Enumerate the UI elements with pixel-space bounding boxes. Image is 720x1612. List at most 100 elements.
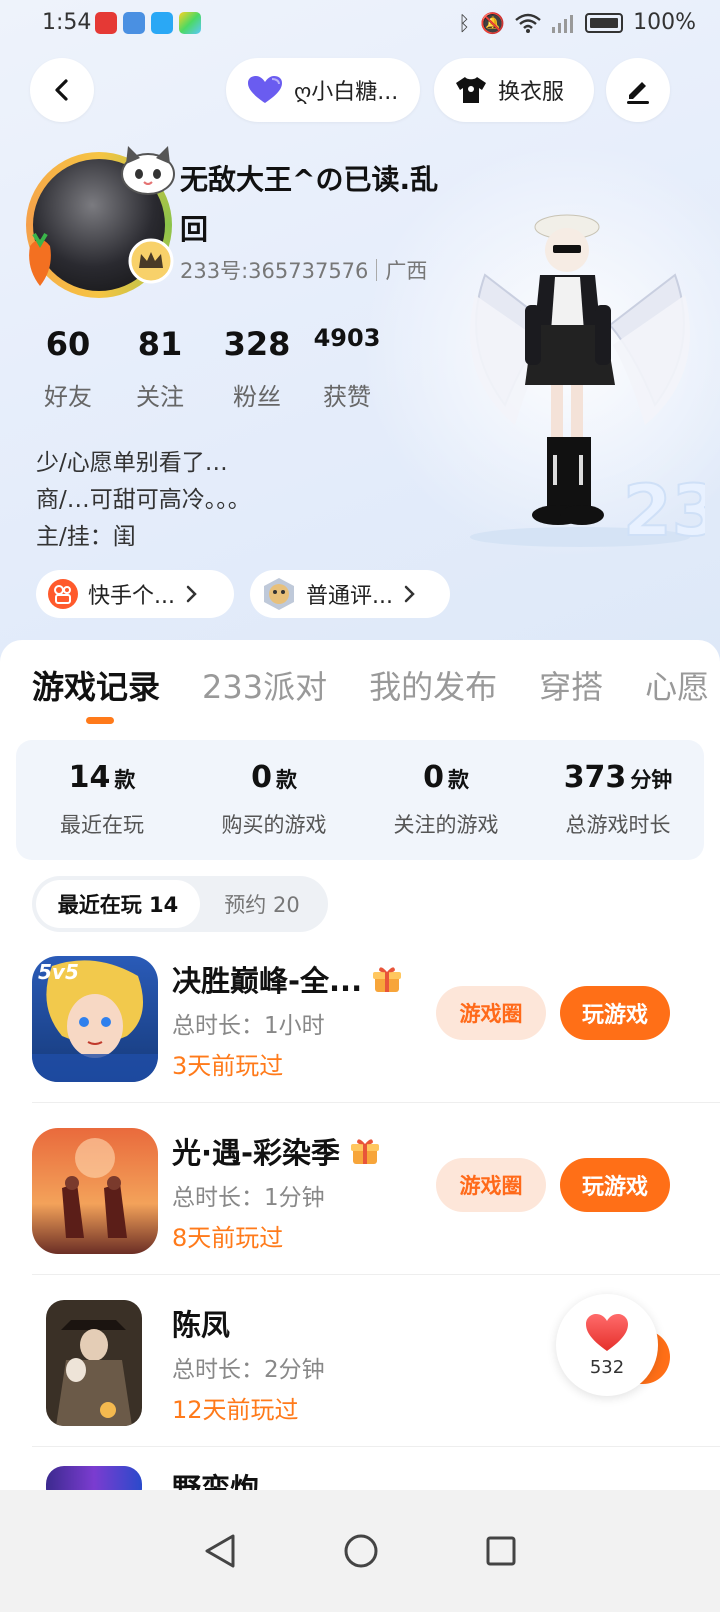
dress-label: 换衣服: [498, 80, 565, 105]
app-notification-icon: [179, 12, 201, 34]
status-bar: 1:54 ᛒ 🔕 100%: [0, 0, 720, 50]
game-duration: 总时长：1小时: [172, 1013, 325, 1039]
segment-reserve[interactable]: 预约 20: [200, 880, 324, 928]
back-icon: [55, 79, 68, 101]
system-nav-bar: [0, 1490, 720, 1612]
circle-button[interactable]: ღ小白糖...: [226, 58, 420, 122]
game-icon[interactable]: [46, 1300, 142, 1426]
chevron-right-icon: [404, 585, 415, 603]
stat-label: 获赞: [323, 383, 371, 411]
tab-my-posts[interactable]: 我的发布: [369, 662, 497, 708]
mute-icon: 🔕: [480, 10, 506, 35]
nav-back-icon[interactable]: [203, 1533, 237, 1569]
summary-label: 购买的游戏: [221, 813, 327, 837]
gift-icon[interactable]: [350, 1136, 380, 1166]
profile-hero: 1:54 ᛒ 🔕 100% ღ小白糖... 换衣服 无敌大王^の已读.乱回 23…: [0, 0, 720, 700]
stat-value: 4903: [313, 324, 381, 352]
nav-home-icon[interactable]: [343, 1533, 379, 1569]
stat-friends[interactable]: 60 好友: [40, 325, 96, 412]
row-divider: [32, 1446, 720, 1447]
avatar[interactable]: [20, 140, 180, 300]
summary-unit: 款: [447, 768, 469, 792]
game-circle-button[interactable]: 游戏圈: [436, 986, 546, 1040]
summary-recent[interactable]: 14 款 最近在玩: [16, 740, 188, 860]
edit-icon: [627, 82, 649, 104]
stat-fans[interactable]: 328 粉丝: [222, 325, 292, 412]
game-notification-icon: [123, 12, 145, 34]
game-title: 陈凤: [172, 1308, 231, 1342]
carrot-decoration-icon: [29, 232, 51, 286]
game-title: 光·遇-彩染季: [172, 1136, 341, 1170]
game-duration: 总时长：2分钟: [172, 1357, 325, 1383]
summary-value: 0: [423, 760, 444, 795]
game-last-played: 12天前玩过: [172, 1396, 299, 1424]
game-last-played: 3天前玩过: [172, 1052, 284, 1080]
circle-name: ღ小白糖...: [294, 80, 399, 105]
like-button[interactable]: 532: [556, 1294, 658, 1396]
dress-button[interactable]: 换衣服: [434, 58, 594, 122]
tshirt-icon: [456, 77, 486, 103]
chip-label: 快手个...: [88, 584, 175, 609]
row-divider: [32, 1274, 720, 1275]
stat-value: 60: [45, 325, 91, 363]
summary-followed[interactable]: 0款 关注的游戏: [360, 740, 532, 860]
game-icon[interactable]: 5v5: [32, 956, 158, 1082]
tab-wishlist[interactable]: 心愿: [645, 662, 709, 708]
game-circle-button[interactable]: 游戏圈: [436, 1158, 546, 1212]
summary-label: 关注的游戏: [393, 813, 499, 837]
taobao-notification-icon: [95, 12, 117, 34]
play-game-button[interactable]: 玩游戏: [560, 986, 670, 1040]
summary-purchased[interactable]: 0款 购买的游戏: [188, 740, 360, 860]
stat-following[interactable]: 81 关注: [132, 325, 188, 412]
stats-row: 60 好友 81 关注 328 粉丝 4903 获赞: [40, 325, 382, 412]
stat-label: 关注: [136, 383, 184, 411]
tab-233-party[interactable]: 233派对: [202, 662, 327, 708]
nav-recent-icon[interactable]: [485, 1535, 517, 1567]
summary-value: 0: [251, 760, 272, 795]
edit-button[interactable]: [606, 58, 670, 122]
cat-decoration-icon: [121, 146, 175, 195]
game-title-row: 陈凤: [172, 1302, 230, 1344]
signal-icon: [552, 14, 574, 33]
summary-label: 总游戏时长: [565, 813, 671, 837]
summary-playtime[interactable]: 373 分钟 总游戏时长: [532, 740, 704, 860]
game-duration: 总时长：1分钟: [172, 1185, 325, 1211]
summary-unit: 款: [275, 768, 297, 792]
back-button[interactable]: [30, 58, 94, 122]
stat-value: 81: [137, 325, 183, 363]
game-title: 野蛮炮: [172, 1472, 260, 1490]
kuaishou-icon: [48, 579, 78, 609]
battery-text: 100%: [633, 10, 696, 35]
chevron-right-icon: [186, 585, 197, 603]
rating-badge-icon: [264, 578, 294, 610]
game-row[interactable]: 5v5 决胜巅峰-全... 总时长：1小时 3天前玩过 游戏圈 玩游戏: [0, 946, 720, 1118]
tab-game-records[interactable]: 游戏记录: [32, 662, 160, 708]
summary-label: 最近在玩: [60, 813, 144, 837]
game-icon-text: 5v5: [38, 960, 79, 984]
game-title-row: 野蛮炮: [172, 1466, 259, 1490]
stat-likes[interactable]: 4903 获赞: [312, 325, 382, 412]
game-title-row: 光·遇-彩染季: [172, 1130, 380, 1172]
game-summary: 14 款 最近在玩 0款 购买的游戏 0款 关注的游戏 373 分钟 总游戏时长: [16, 740, 704, 860]
kuaishou-chip[interactable]: 快手个...: [36, 570, 234, 618]
bio-line: 少/心愿单别看了…: [36, 450, 228, 476]
game-icon[interactable]: [46, 1466, 142, 1490]
heart-icon: [248, 76, 282, 103]
bio: 少/心愿单别看了… 商/…可甜可高冷。。。 主/挂：闺: [36, 445, 251, 556]
game-icon[interactable]: [32, 1128, 158, 1254]
avatar-character-figure[interactable]: 233: [455, 205, 705, 550]
play-game-button[interactable]: 玩游戏: [560, 1158, 670, 1212]
game-title-row: 决胜巅峰-全...: [172, 958, 402, 1000]
content-card: 游戏记录 233派对 我的发布 穿搭 心愿 14 款 最近在玩 0款 购买的游戏 …: [0, 640, 720, 1540]
gift-icon[interactable]: [372, 964, 402, 994]
chip-label: 普通评...: [306, 584, 393, 609]
bluetooth-icon: ᛒ: [458, 10, 471, 35]
like-heart-icon: [586, 1313, 628, 1351]
game-row[interactable]: 野蛮炮: [0, 1466, 720, 1490]
segment-recent[interactable]: 最近在玩 14: [36, 880, 200, 928]
tab-indicator: [86, 717, 114, 724]
game-row[interactable]: 光·遇-彩染季 总时长：1分钟 8天前玩过 游戏圈 玩游戏: [0, 1118, 720, 1290]
rating-chip[interactable]: 普通评...: [250, 570, 450, 618]
233-logo-decoration: 233: [623, 470, 705, 550]
tab-outfits[interactable]: 穿搭: [539, 662, 603, 708]
